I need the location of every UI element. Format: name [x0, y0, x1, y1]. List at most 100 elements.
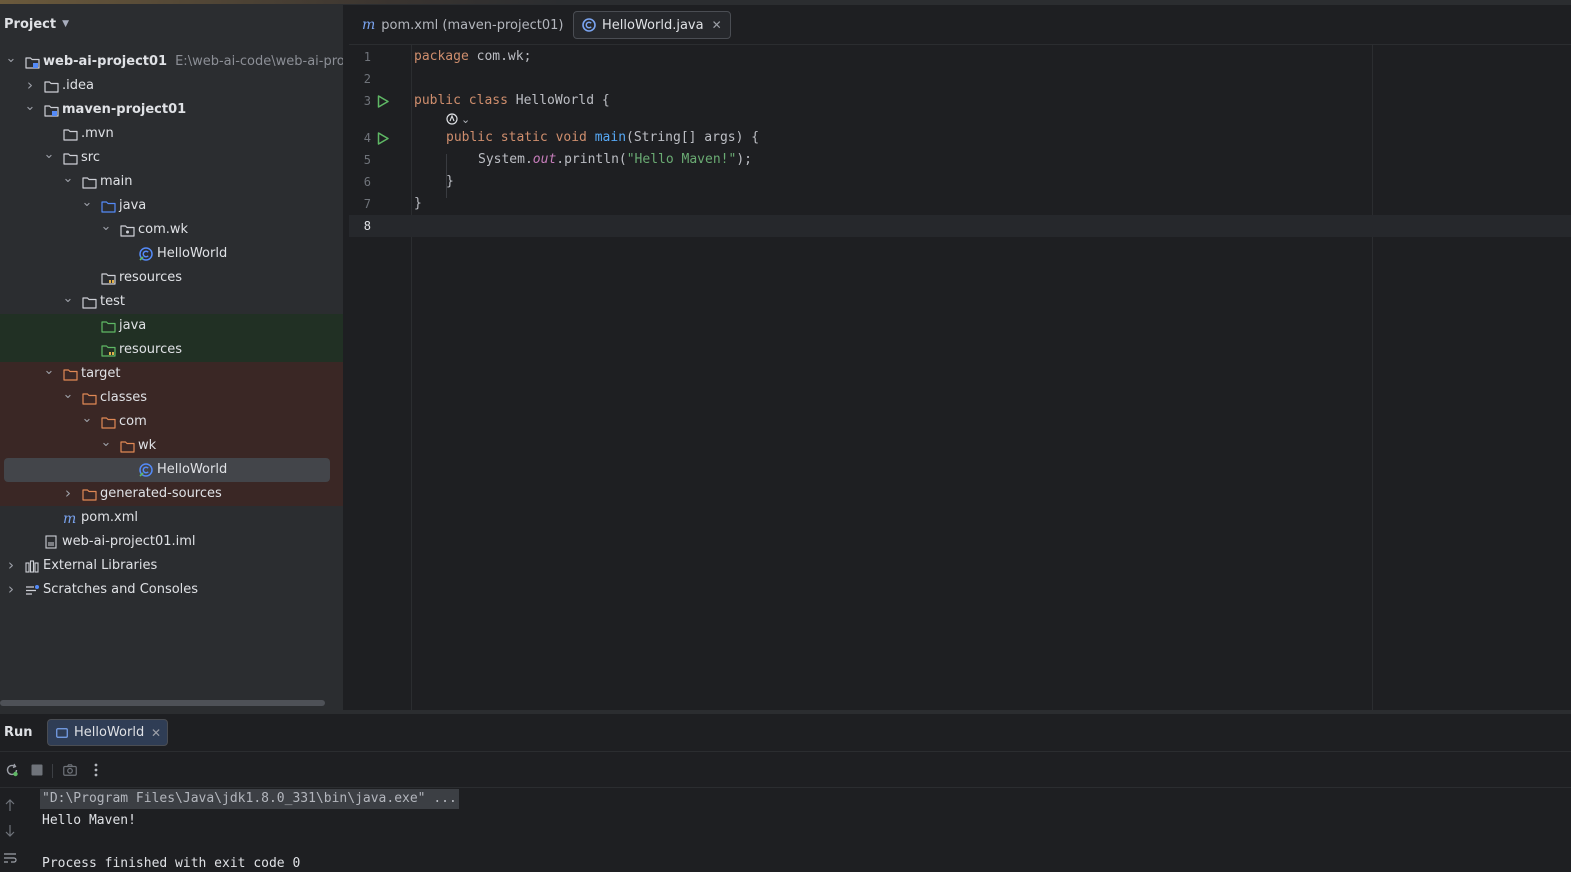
tree-item[interactable]: web-ai-project01.iml [0, 530, 343, 554]
tree-item[interactable]: ⌄ src [0, 146, 343, 170]
code-line[interactable]: 1 package com.wk; [349, 46, 1571, 68]
tree-item[interactable]: java [0, 314, 343, 338]
maven-icon: m [362, 17, 376, 33]
tree-item[interactable]: ⌄ target [0, 362, 343, 386]
arrow-down-icon[interactable] [4, 824, 16, 842]
tree-item-label: HelloWorld [157, 246, 227, 261]
tree-item-label: .mvn [81, 126, 114, 141]
tree-item-label: Scratches and Consoles [43, 582, 198, 597]
tree-item[interactable]: resources [0, 338, 343, 362]
keyword: public class [414, 93, 508, 108]
code-line[interactable]: 5 System.out.println("Hello Maven!"); [349, 149, 1571, 171]
close-icon[interactable]: ✕ [151, 726, 161, 740]
chevron-down-icon[interactable]: ⌄ [44, 363, 55, 378]
tree-item-label: resources [119, 270, 182, 285]
soft-wrap-icon[interactable] [3, 852, 17, 868]
tree-item[interactable]: HelloWorld [0, 242, 343, 266]
tree-item[interactable]: resources [0, 266, 343, 290]
tree-item[interactable]: › .idea [0, 74, 343, 98]
tree-item-text: classes [100, 390, 148, 405]
chevron-right-icon[interactable]: › [6, 580, 16, 598]
run-tab-label: HelloWorld [74, 725, 145, 740]
arrow-up-icon[interactable] [4, 798, 16, 816]
tree-item[interactable]: ⌄ web-ai-project01 E:\web-ai-code\web-ai-p… [0, 50, 343, 74]
line-number: 4 [363, 131, 371, 145]
tree-item-text: HelloWorld [157, 246, 228, 261]
stop-icon[interactable] [29, 762, 45, 778]
tree-item[interactable]: HelloWorld [0, 458, 343, 482]
chevron-down-icon[interactable]: ⌄ [6, 51, 17, 66]
chevron-down-icon[interactable]: ⌄ [63, 171, 74, 186]
code-line[interactable]: 2 [349, 68, 1571, 90]
tree-item[interactable]: › External Libraries [0, 554, 343, 578]
java-class-icon [138, 462, 154, 478]
code-line[interactable]: 3 public class HelloWorld { [349, 90, 1571, 112]
tab-pom-xml[interactable]: m pom.xml (maven-project01) [362, 11, 563, 39]
tree-item[interactable]: ⌄ com [0, 410, 343, 434]
string-literal: "Hello Maven!" [626, 152, 737, 167]
chevron-down-icon[interactable]: ⌄ [82, 411, 93, 426]
console-side-toolbar [0, 788, 22, 872]
console-output-line[interactable]: Hello Maven! [42, 811, 136, 831]
console-command-line[interactable]: "D:\Program Files\Java\jdk1.8.0_331\bin\… [40, 789, 459, 809]
chevron-down-icon[interactable]: ⌄ [101, 219, 112, 234]
console-exit-line[interactable]: Process finished with exit code 0 [42, 854, 300, 872]
run-tab-helloworld[interactable]: HelloWorld ✕ [47, 719, 168, 746]
chevron-down-icon[interactable]: ⌄ [44, 147, 55, 162]
java-class-icon [138, 246, 154, 262]
close-icon[interactable]: ✕ [712, 18, 722, 32]
code-text: System.out.println("Hello Maven!"); [478, 149, 752, 171]
chevron-right-icon[interactable]: › [63, 484, 73, 502]
code-editor[interactable]: m pom.xml (maven-project01) HelloWorld.j… [349, 5, 1571, 710]
excluded-folder-icon [81, 390, 97, 406]
tree-item-text: java [119, 318, 147, 333]
tree-item[interactable]: ⌄ wk [0, 434, 343, 458]
tree-item-label: classes [100, 390, 147, 405]
chevron-down-icon[interactable]: ⌄ [101, 435, 112, 450]
code-line[interactable]: 7 } [349, 193, 1571, 215]
run-icon[interactable] [376, 94, 390, 108]
tree-item[interactable]: ⌄ main [0, 170, 343, 194]
scratches-icon [24, 582, 40, 598]
excluded-folder-icon [62, 366, 78, 382]
tree-item[interactable]: › Scratches and Consoles [0, 578, 343, 602]
chevron-down-icon[interactable]: ⌄ [82, 195, 93, 210]
chevron-down-icon[interactable]: ⌄ [63, 387, 74, 402]
tree-item-label: wk [138, 438, 156, 453]
tree-item[interactable]: ⌄ java [0, 194, 343, 218]
chevron-right-icon[interactable]: › [6, 556, 16, 574]
tab-helloworld-java[interactable]: HelloWorld.java ✕ [573, 11, 731, 39]
tree-item[interactable]: m pom.xml [0, 506, 343, 530]
tree-item-label: com.wk [138, 222, 188, 237]
tree-item[interactable]: ⌄ test [0, 290, 343, 314]
chevron-down-icon[interactable]: ⌄ [63, 291, 74, 306]
java-class-icon [582, 18, 596, 32]
project-panel-header[interactable]: Project ▼ [0, 5, 343, 43]
horizontal-scrollbar[interactable] [0, 700, 325, 706]
rerun-icon[interactable] [4, 762, 20, 778]
chevron-right-icon[interactable]: › [25, 76, 35, 94]
tree-item[interactable]: ⌄ com.wk [0, 218, 343, 242]
code-line-current[interactable]: 8 [349, 215, 1571, 237]
more-options-icon[interactable] [88, 762, 104, 778]
code-text: package com.wk; [414, 46, 531, 68]
folder-icon [81, 174, 97, 190]
code-vision-hint[interactable]: ⌄ [446, 111, 470, 127]
tree-item[interactable]: ⌄ classes [0, 386, 343, 410]
code-line[interactable]: 6 } [349, 171, 1571, 193]
code-line[interactable]: 4 public static void main(String[] args)… [349, 127, 1571, 149]
tree-item[interactable]: › generated-sources [0, 482, 343, 506]
run-icon[interactable] [376, 131, 390, 145]
libraries-icon [24, 558, 40, 574]
camera-icon[interactable] [62, 762, 78, 778]
tree-item[interactable]: .mvn [0, 122, 343, 146]
tree-item[interactable]: ⌄ maven-project01 [0, 98, 343, 122]
ai-assistant-icon [446, 113, 458, 125]
tree-item-text: com [119, 414, 147, 429]
chevron-down-icon[interactable]: ⌄ [25, 99, 36, 114]
line-number: 1 [363, 50, 371, 64]
code-fragment: com.wk; [468, 49, 532, 64]
tree-item-text: External Libraries [43, 558, 158, 573]
chevron-down-icon[interactable]: ▼ [62, 19, 69, 29]
run-header: Run HelloWorld ✕ [0, 714, 1571, 752]
